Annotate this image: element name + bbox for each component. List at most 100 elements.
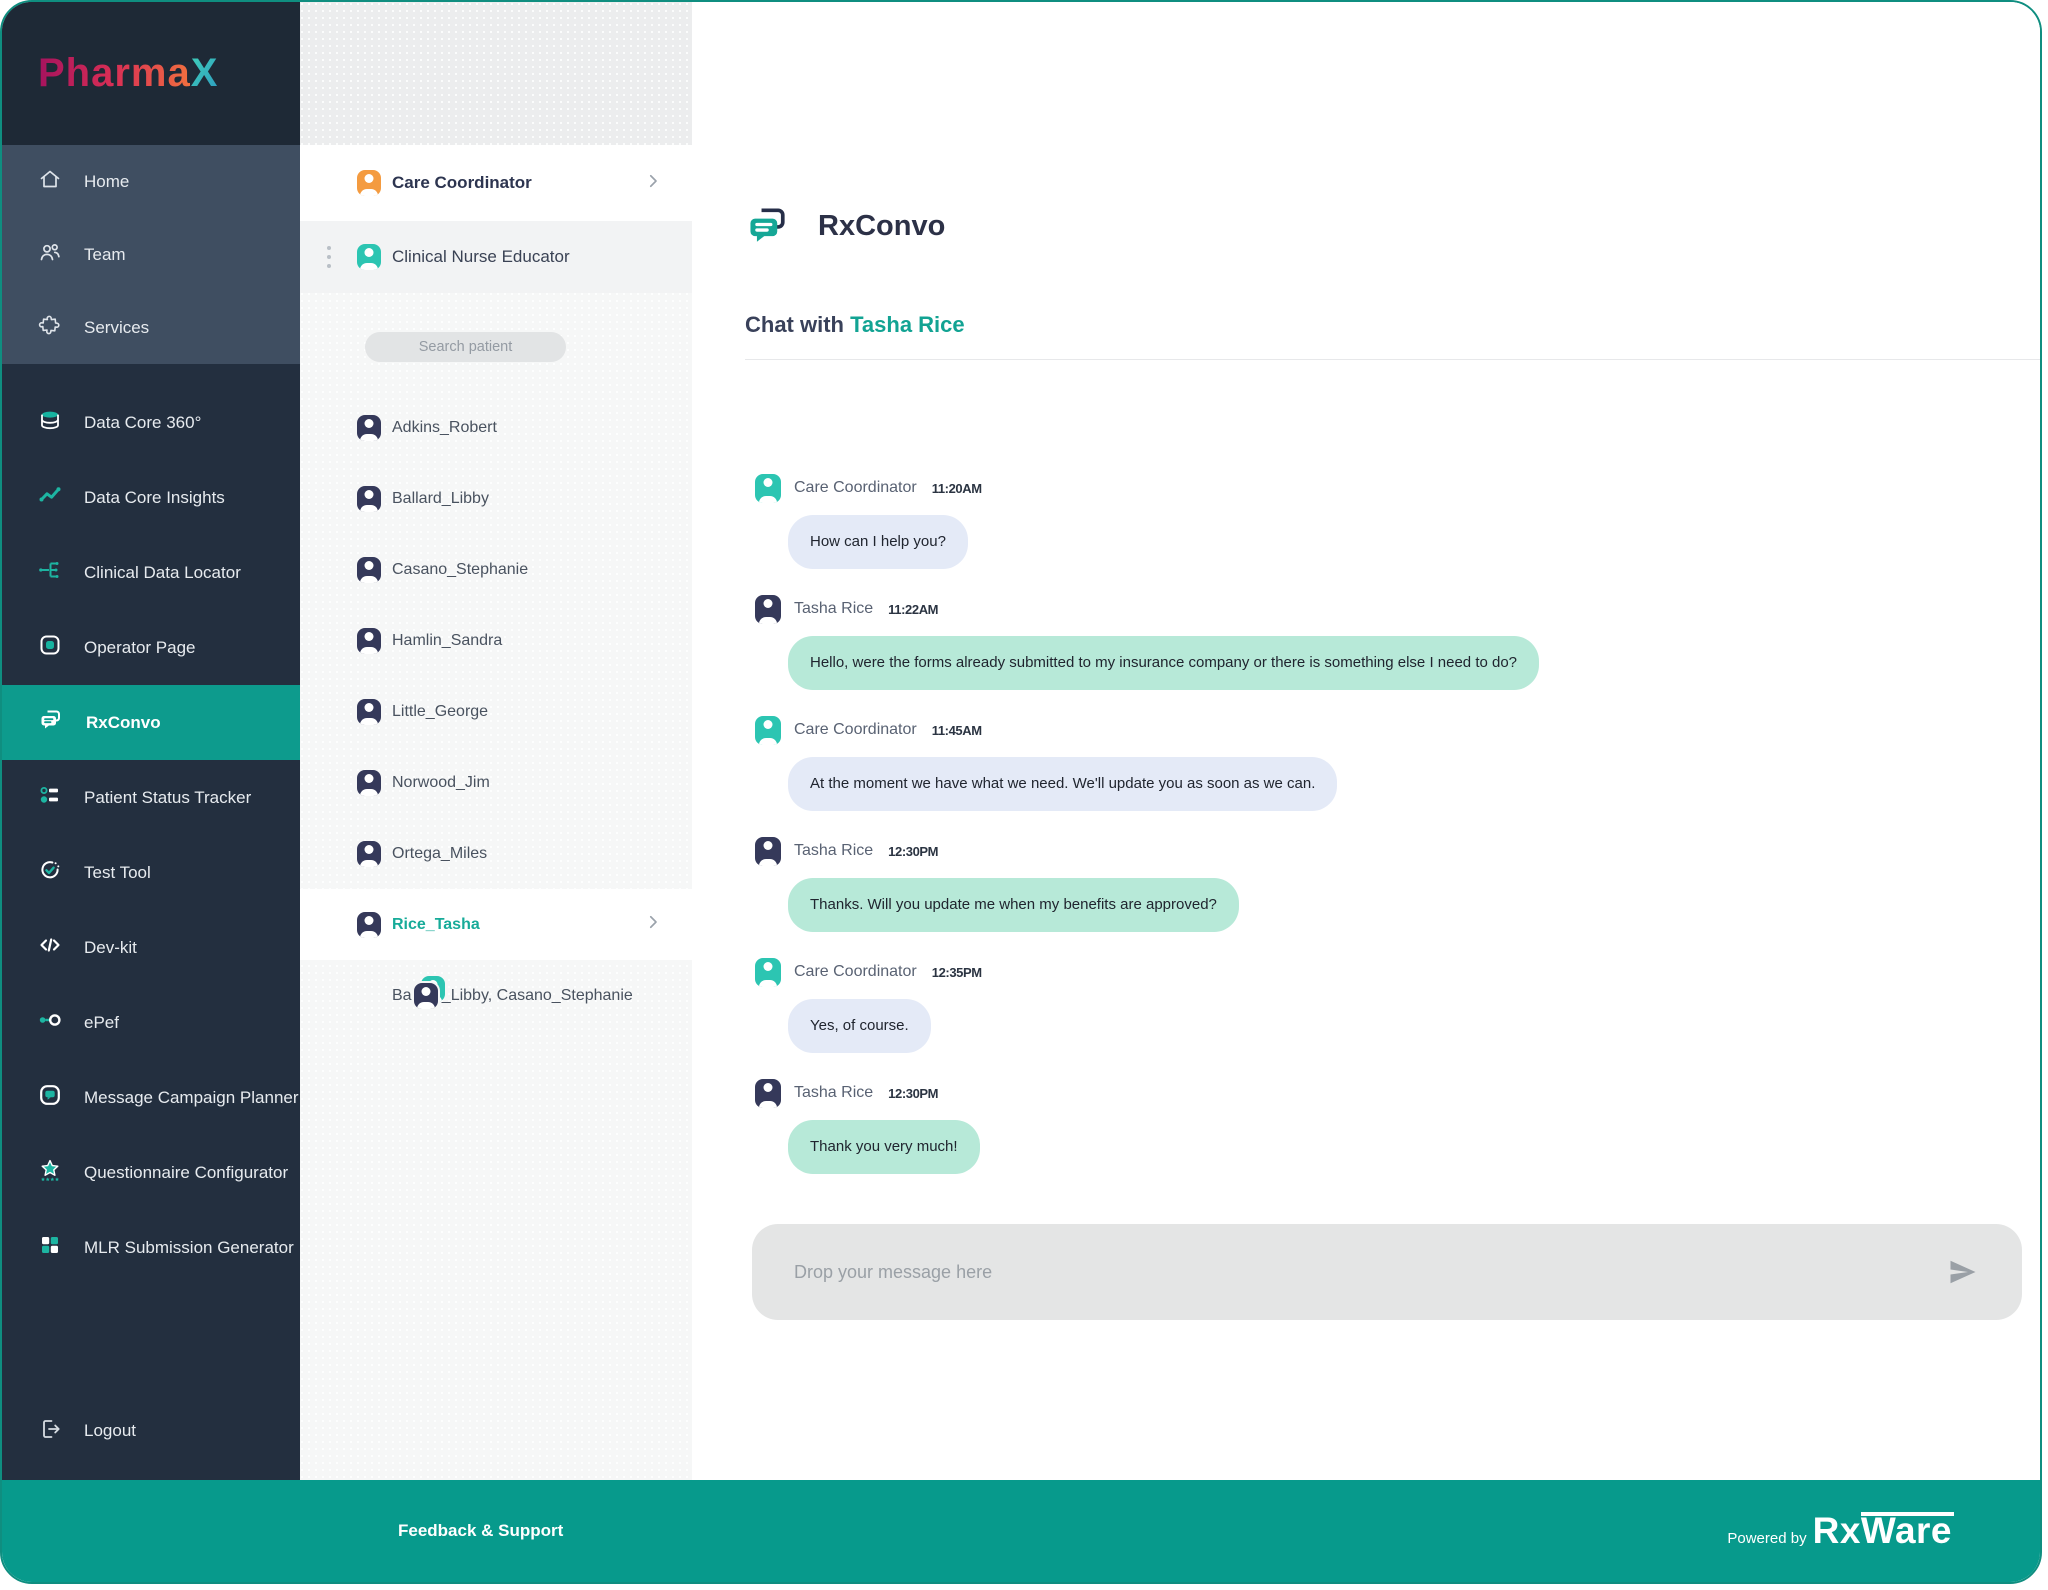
sidebar-top-nav: Home Team Services <box>2 145 300 364</box>
operator-icon <box>38 633 62 662</box>
sidebar-item-home[interactable]: Home <box>2 145 300 218</box>
feedback-support-link[interactable]: Feedback & Support <box>398 1521 563 1541</box>
patient-item[interactable]: Little_George <box>300 676 692 747</box>
clinical-nurse-educator-avatar <box>357 244 381 270</box>
pharmax-logo: PharmaX <box>38 51 218 96</box>
message-time: 11:22AM <box>888 601 939 617</box>
message-input-bar <box>752 1224 2022 1320</box>
coordinator-item-care-coordinator[interactable]: Care Coordinator <box>300 145 692 221</box>
sidebar-item-data-core-360[interactable]: Data Core 360° <box>2 385 300 460</box>
sidebar-item-dev-kit[interactable]: Dev-kit <box>2 910 300 985</box>
message-time: 12:30PM <box>888 843 939 859</box>
message-time: 12:30PM <box>888 1085 939 1101</box>
patient-list: Adkins_Robert Ballard_Libby Casano_Steph… <box>300 392 692 1031</box>
message-bubble: Thanks. Will you update me when my benef… <box>788 878 1239 932</box>
patient-item[interactable]: Adkins_Robert <box>300 392 692 463</box>
patient-item[interactable]: Hamlin_Sandra <box>300 605 692 676</box>
sidebar-item-mlr-submission-generator[interactable]: MLR Submission Generator <box>2 1210 300 1285</box>
logout-icon <box>38 1417 62 1446</box>
rxware-logo-bar <box>1860 1512 1954 1516</box>
sender-name: Care Coordinator <box>794 963 917 980</box>
sidebar-item-test-tool[interactable]: Test Tool <box>2 835 300 910</box>
patient-name: Norwood_Jim <box>392 773 490 791</box>
coordinator-label: Clinical Nurse Educator <box>392 247 570 266</box>
sidebar-item-team[interactable]: Team <box>2 218 300 291</box>
sidebar-item-label: ePef <box>84 1012 119 1032</box>
patient-name: Ortega_Miles <box>392 844 488 862</box>
sidebar-main-nav: Data Core 360° Data Core Insights Clinic… <box>2 385 300 1285</box>
sender-name: Tasha Rice <box>794 1084 874 1101</box>
chat-message: Care Coordinator 11:20AM How can I help … <box>755 473 2000 569</box>
message-time: 11:45AM <box>931 722 982 738</box>
chat-message: Tasha Rice 11:22AM Hello, were the forms… <box>755 594 2000 690</box>
coordinator-item-clinical-nurse-educator[interactable]: Clinical Nurse Educator <box>300 221 692 293</box>
drag-handle-dots-icon[interactable] <box>300 243 357 271</box>
patient-name: Hamlin_Sandra <box>392 631 503 649</box>
star-icon <box>38 1158 62 1187</box>
sender-avatar <box>755 957 781 987</box>
sidebar-item-questionnaire-configurator[interactable]: Questionnaire Configurator <box>2 1135 300 1210</box>
send-icon <box>1948 1260 1978 1290</box>
code-icon <box>38 933 62 962</box>
patient-avatar <box>357 911 381 938</box>
patient-item[interactable]: Norwood_Jim <box>300 747 692 818</box>
patient-item[interactable]: Ballard_Libby <box>300 463 692 534</box>
logo-text-pharma: Pharma <box>38 51 191 95</box>
search-patient-input[interactable] <box>365 332 566 362</box>
sidebar-item-data-core-insights[interactable]: Data Core Insights <box>2 460 300 535</box>
conversation-panel: Care Coordinator Clinical Nurse Educator… <box>300 145 692 1480</box>
patient-avatar <box>357 627 381 654</box>
logo-block: PharmaX <box>2 2 300 145</box>
sender-name: Care Coordinator <box>794 721 917 738</box>
sender-avatar <box>755 715 781 745</box>
toggle-icon <box>38 1008 62 1037</box>
patient-group-item[interactable]: Ballard_Libby, Casano_Stephanie <box>300 960 692 1031</box>
chevron-right-icon <box>644 913 662 936</box>
patient-avatar <box>357 485 381 512</box>
chat-message: Care Coordinator 11:45AM At the moment w… <box>755 715 2000 811</box>
message-bubble: How can I help you? <box>788 515 968 569</box>
header-divider <box>745 359 2040 360</box>
chat-app-title: RxConvo <box>818 210 946 242</box>
sidebar-item-epef[interactable]: ePef <box>2 985 300 1060</box>
message-time: 12:35PM <box>931 964 982 980</box>
sender-name: Tasha Rice <box>794 600 874 617</box>
sidebar-item-rxconvo[interactable]: RxConvo <box>2 685 300 760</box>
logout-button[interactable]: Logout <box>2 1408 300 1454</box>
sidebar-item-patient-status-tracker[interactable]: Patient Status Tracker <box>2 760 300 835</box>
sender-name: Care Coordinator <box>794 479 917 496</box>
test-tool-icon <box>38 858 62 887</box>
sidebar-item-clinical-data-locator[interactable]: Clinical Data Locator <box>2 535 300 610</box>
patient-name: Adkins_Robert <box>392 418 497 436</box>
patient-avatar <box>357 698 381 725</box>
sidebar: PharmaX Home Team Services Data Core 360… <box>2 2 300 1480</box>
patient-name: Casano_Stephanie <box>392 560 529 578</box>
patient-item[interactable]: Ortega_Miles <box>300 818 692 889</box>
chat-with-prefix: Chat with <box>745 312 851 337</box>
patient-item[interactable]: Casano_Stephanie <box>300 534 692 605</box>
sidebar-item-message-campaign-planner[interactable]: Message Campaign Planner <box>2 1060 300 1135</box>
message-list: Care Coordinator 11:20AM How can I help … <box>755 473 2000 1199</box>
sidebar-item-operator-page[interactable]: Operator Page <box>2 610 300 685</box>
rxware-logo: RxWare <box>1812 1510 1954 1551</box>
powered-by-block: Powered by RxWare <box>1727 1510 1954 1552</box>
data-locator-icon <box>38 558 62 587</box>
sidebar-item-services[interactable]: Services <box>2 291 300 364</box>
message-time: 11:20AM <box>931 480 982 496</box>
chat-message: Tasha Rice 12:30PM Thanks. Will you upda… <box>755 836 2000 932</box>
sidebar-item-label: Operator Page <box>84 637 196 657</box>
campaign-icon <box>38 1083 62 1112</box>
sidebar-item-label: Data Core Insights <box>84 487 225 507</box>
sender-avatar <box>755 836 781 866</box>
powered-by-label: Powered by <box>1727 1530 1807 1547</box>
message-bubble: At the moment we have what we need. We'l… <box>788 757 1338 811</box>
message-input[interactable] <box>752 1224 2022 1320</box>
sidebar-item-label: Dev-kit <box>84 937 137 957</box>
sidebar-item-label: Message Campaign Planner <box>84 1087 299 1107</box>
logo-text-x: X <box>190 51 219 95</box>
sender-avatar <box>755 473 781 503</box>
send-button[interactable] <box>1948 1257 1978 1287</box>
patient-item-rice-tasha-selected[interactable]: Rice_Tasha <box>300 889 692 960</box>
chat-with-heading: Chat with Tasha Rice <box>745 312 965 338</box>
group-avatar <box>357 975 445 1009</box>
